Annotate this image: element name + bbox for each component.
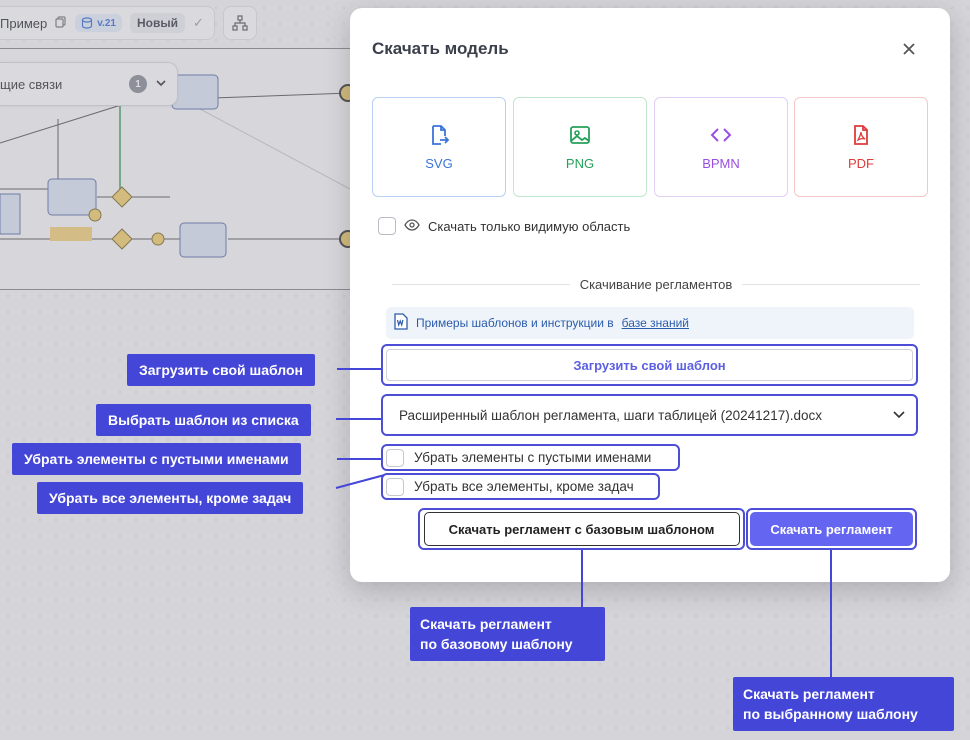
download-regulation-button[interactable]: Скачать регламент [746,508,917,550]
callout-line-1: Скачать регламент [420,616,552,632]
connector-line [337,368,381,370]
format-label: PNG [565,155,595,171]
eye-icon [404,218,420,234]
template-select[interactable]: Расширенный шаблон регламента, шаги табл… [381,394,918,436]
regulations-divider: Скачивание регламентов [392,277,921,292]
remove-empty-option[interactable]: Убрать элементы с пустыми именами [381,444,680,471]
format-pdf-button[interactable]: PDF [794,97,928,197]
format-label: BPMN [702,155,740,171]
remove-non-tasks-option[interactable]: Убрать все элементы, кроме задач [381,473,660,500]
chevron-down-icon[interactable] [892,407,906,424]
upload-template-button[interactable]: Загрузить свой шаблон [381,344,918,386]
download-base-template-button[interactable]: Скачать регламент с базовым шаблоном [418,508,745,550]
word-document-icon [394,313,408,333]
upload-button-frame [386,349,913,381]
visible-area-label: Скачать только видимую область [428,218,631,234]
remove-empty-label: Убрать элементы с пустыми именами [414,450,652,465]
remove-non-tasks-checkbox[interactable] [386,477,404,496]
selected-template: Расширенный шаблон регламента, шаги табл… [399,407,822,423]
download-model-dialog: Скачать модель SVG PNG BPMN PDF Скачать … [350,8,950,582]
format-svg-button[interactable]: SVG [372,97,506,197]
callout-upload-template: Загрузить свой шаблон [127,354,316,386]
remove-empty-checkbox[interactable] [386,448,404,467]
callout-line-2: по выбранному шаблону [743,706,918,722]
format-label: SVG [425,155,453,171]
download-regulation-label: Скачать регламент [750,512,913,546]
callout-line-1: Скачать регламент [743,686,875,702]
callout-remove-empty: Убрать элементы с пустыми именами [12,443,301,475]
regulations-section-label: Скачивание регламентов [579,277,733,292]
format-png-button[interactable]: PNG [513,97,647,197]
callout-remove-non-tasks: Убрать все элементы, кроме задач [37,482,304,514]
visible-area-option[interactable]: Скачать только видимую область [378,217,630,235]
callout-choose-template: Выбрать шаблон из списка [96,404,311,436]
connector-line [830,550,832,678]
connector-line [337,458,381,460]
connector-line [581,550,583,608]
callout-line-2: по базовому шаблону [420,636,573,652]
divider-line [392,284,570,285]
code-icon [710,127,732,142]
download-base-label: Скачать регламент с базовым шаблоном [423,512,740,546]
callout-download-selected: Скачать регламент по выбранному шаблону [733,677,954,731]
image-icon [570,125,590,144]
format-label: PDF [848,155,874,171]
visible-area-checkbox[interactable] [378,217,396,235]
templates-info-box: Примеры шаблонов и инструкции в базе зна… [386,307,914,339]
pdf-icon [854,124,868,145]
close-icon[interactable] [898,38,920,60]
svg-file-icon [432,124,450,145]
knowledge-base-link[interactable]: базе знаний [622,316,689,330]
divider-line [742,284,921,285]
callout-download-base: Скачать регламент по базовому шаблону [410,607,605,661]
info-text: Примеры шаблонов и инструкции в [416,316,614,330]
connector-line [336,418,381,420]
format-bpmn-button[interactable]: BPMN [654,97,788,197]
remove-non-tasks-label: Убрать все элементы, кроме задач [414,479,634,494]
dialog-title: Скачать модель [372,39,509,58]
